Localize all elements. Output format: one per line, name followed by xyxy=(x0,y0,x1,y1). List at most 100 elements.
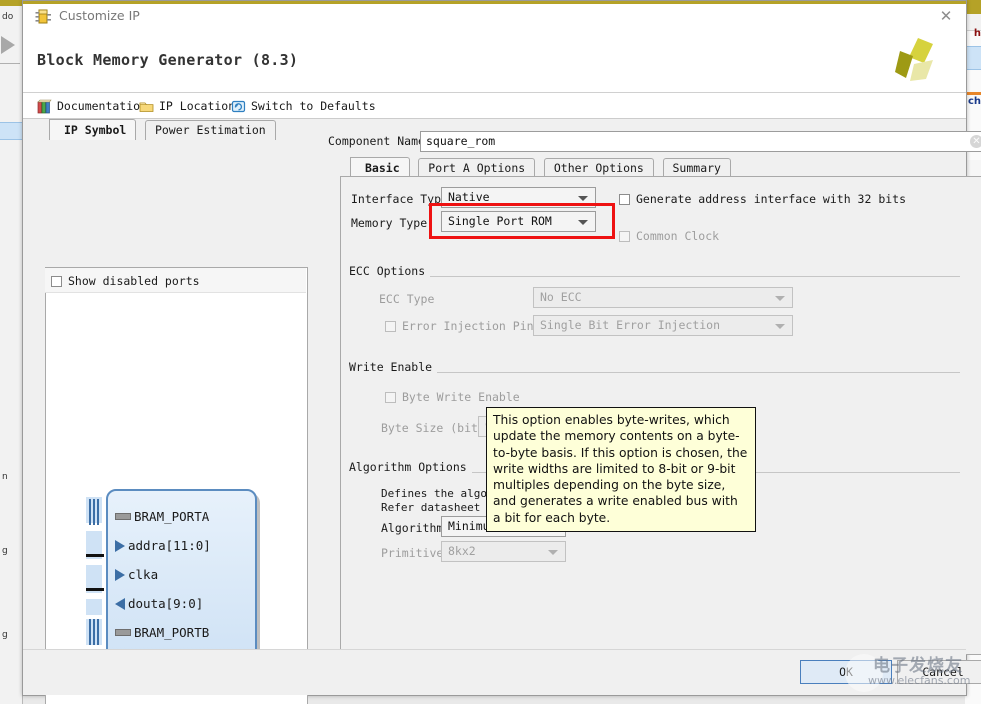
background-left-accent xyxy=(0,0,22,6)
pin-line-addra xyxy=(86,554,104,557)
cancel-button[interactable]: Cancel xyxy=(897,660,981,684)
page-title: Block Memory Generator (8.3) xyxy=(37,51,298,69)
background-fragment-right-1: ch xyxy=(968,96,981,107)
background-divider-1 xyxy=(0,63,20,64)
chevron-down-icon xyxy=(775,324,785,329)
symbol-port-label: BRAM_PORTB xyxy=(134,625,209,640)
chevron-down-icon xyxy=(578,220,588,225)
error-injection-type-value: Single Bit Error Injection xyxy=(540,318,720,332)
pin-line-clka xyxy=(86,588,104,591)
component-name-input[interactable]: square_rom xyxy=(420,131,981,152)
background-right-orange-1 xyxy=(965,92,981,95)
symbol-port-label: clka xyxy=(128,567,158,582)
dialog-title-bar: Customize IP ✕ xyxy=(23,1,966,32)
switch-to-defaults-button[interactable]: Switch to Defaults xyxy=(231,97,376,115)
error-injection-pins-checkbox: Error Injection Pins xyxy=(385,319,540,333)
byte-write-enable-label: Byte Write Enable xyxy=(402,390,520,404)
background-fragment-left-2: g xyxy=(2,546,8,556)
ecc-options-title: ECC Options xyxy=(349,264,430,278)
interface-type-value: Native xyxy=(448,190,490,204)
title-accent-bar xyxy=(23,1,966,4)
ip-block-icon xyxy=(35,8,52,25)
tab-ip-symbol[interactable]: IP Symbol xyxy=(49,119,136,140)
dialog-title: Customize IP xyxy=(59,8,140,23)
dialog-header: Block Memory Generator (8.3) xyxy=(23,32,966,92)
symbol-port-addra: addra[11:0] xyxy=(115,538,211,553)
customize-ip-dialog: Customize IP ✕ Block Memory Generator (8… xyxy=(22,0,967,696)
bus-mark-portb xyxy=(89,619,99,645)
background-left-strip xyxy=(0,0,23,704)
byte-size-label: Byte Size (bits) xyxy=(381,421,492,435)
documentation-button[interactable]: Documentation xyxy=(37,97,147,115)
checkbox-box xyxy=(51,276,62,287)
tab-power-estimation[interactable]: Power Estimation xyxy=(145,120,276,140)
pin-bar-douta xyxy=(86,599,102,615)
error-injection-pins-label: Error Injection Pins xyxy=(402,319,540,333)
show-disabled-ports-label: Show disabled ports xyxy=(68,274,200,288)
switch-to-defaults-label: Switch to Defaults xyxy=(251,99,376,113)
tab-summary[interactable]: Summary xyxy=(663,158,731,178)
close-icon[interactable]: ✕ xyxy=(936,7,956,27)
xilinx-logo xyxy=(888,35,948,87)
memory-type-value: Single Port ROM xyxy=(448,214,552,228)
ok-button[interactable]: OK xyxy=(800,660,892,684)
background-fragment-left-1: n xyxy=(2,472,8,482)
bus-icon xyxy=(115,629,131,636)
symbol-port-label: douta[9:0] xyxy=(128,596,203,611)
checkbox-box xyxy=(619,194,630,205)
primitive-dropdown: 8kx2 xyxy=(441,541,566,562)
component-name-label: Component Name xyxy=(328,134,425,148)
input-arrow-icon xyxy=(115,569,125,581)
common-clock-checkbox: Common Clock xyxy=(619,229,719,243)
input-arrow-icon xyxy=(115,540,125,552)
algorithm-options-title: Algorithm Options xyxy=(349,460,472,474)
left-panel-tabstrip: IP Symbol Power Estimation xyxy=(49,119,275,139)
primitive-value: 8kx2 xyxy=(448,544,476,558)
ecc-options-divider xyxy=(349,276,960,277)
ip-location-label: IP Location xyxy=(159,99,235,113)
chevron-down-icon xyxy=(548,550,558,555)
checkbox-box xyxy=(385,321,396,332)
chevron-down-icon xyxy=(578,196,588,201)
byte-write-enable-tooltip: This option enables byte-writes, which u… xyxy=(486,407,756,532)
dialog-body: IP Symbol Power Estimation Show disabled… xyxy=(23,119,966,649)
refresh-icon xyxy=(231,99,246,114)
symbol-port-label: addra[11:0] xyxy=(128,538,211,553)
dialog-toolbar: Documentation IP Location Switch to Defa… xyxy=(23,93,966,118)
generate-address-interface-checkbox[interactable]: Generate address interface with 32 bits xyxy=(619,192,906,206)
ecc-type-value: No ECC xyxy=(540,290,582,304)
tab-port-a-options[interactable]: Port A Options xyxy=(418,158,535,178)
screenshot-root: do n g g h ch d xyxy=(0,0,981,704)
memory-type-label: Memory Type xyxy=(351,216,427,230)
interface-type-label: Interface Type xyxy=(351,192,448,206)
documentation-label: Documentation xyxy=(57,99,147,113)
bus-mark-porta xyxy=(89,499,99,525)
ecc-type-label: ECC Type xyxy=(379,292,434,306)
tab-basic[interactable]: Basic xyxy=(350,157,410,178)
right-panel-tabstrip: Basic Port A Options Other Options Summa… xyxy=(350,157,730,177)
tab-other-options[interactable]: Other Options xyxy=(544,158,654,178)
ecc-type-dropdown: No ECC xyxy=(533,287,793,308)
background-right-accent xyxy=(965,0,981,14)
clear-icon[interactable]: ✕ xyxy=(970,135,981,148)
memory-type-dropdown[interactable]: Single Port ROM xyxy=(441,211,596,232)
books-icon xyxy=(37,99,52,114)
error-injection-type-dropdown: Single Bit Error Injection xyxy=(533,315,793,336)
symbol-port-bram-porta: BRAM_PORTA xyxy=(115,509,209,524)
background-fragment-left-0: do xyxy=(2,12,13,22)
folder-icon xyxy=(139,99,154,114)
ip-location-button[interactable]: IP Location xyxy=(139,97,235,115)
bus-icon xyxy=(115,513,131,520)
show-disabled-ports-checkbox[interactable]: Show disabled ports xyxy=(51,274,200,288)
primitive-label: Primitive xyxy=(381,546,443,560)
background-selected-row xyxy=(0,122,22,140)
checkbox-box xyxy=(619,231,630,242)
chevron-down-icon xyxy=(775,296,785,301)
common-clock-label: Common Clock xyxy=(636,229,719,243)
output-arrow-icon xyxy=(115,598,125,610)
interface-type-dropdown[interactable]: Native xyxy=(441,187,596,208)
symbol-port-douta: douta[9:0] xyxy=(115,596,203,611)
symbol-port-label: BRAM_PORTA xyxy=(134,509,209,524)
byte-write-enable-checkbox: Byte Write Enable xyxy=(385,390,520,404)
background-right-cell-1 xyxy=(965,46,981,70)
